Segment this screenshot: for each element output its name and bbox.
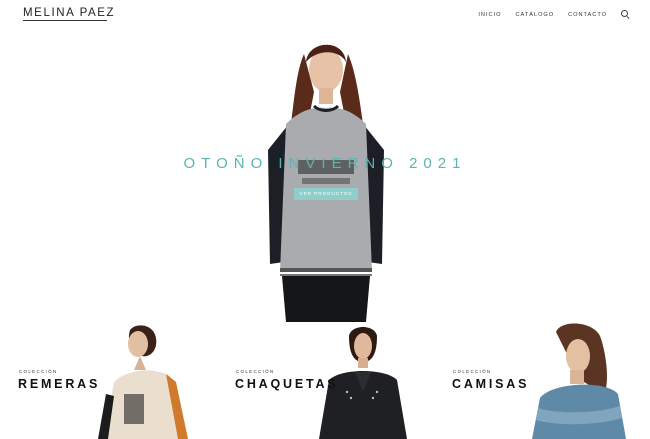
logo-underline — [23, 20, 107, 21]
collection-card-chaquetas[interactable]: COLECCIÓN CHAQUETAS — [217, 322, 434, 439]
remeras-model-image — [98, 325, 188, 439]
search-icon[interactable] — [621, 10, 630, 19]
collection-eyebrow: COLECCIÓN — [453, 369, 492, 374]
collection-card-remeras[interactable]: COLECCIÓN REMERAS — [0, 322, 217, 439]
nav-item-inicio[interactable]: INICIO — [478, 12, 501, 18]
hero-title: OTOÑO INVIERNO 2021 — [183, 155, 467, 172]
main-nav: INICIO CATÁLOGO CONTACTO — [478, 10, 630, 19]
collection-eyebrow: COLECCIÓN — [19, 369, 58, 374]
hero-section: OTOÑO INVIERNO 2021 VER PRODUCTOS — [0, 30, 650, 322]
collection-title: CAMISAS — [452, 377, 530, 391]
site-header: MELINA PAEZ INICIO CATÁLOGO CONTACTO — [0, 0, 650, 30]
collection-card-camisas[interactable]: COLECCIÓN CAMISAS — [434, 322, 650, 439]
nav-item-catalogo[interactable]: CATÁLOGO — [515, 12, 554, 18]
hero-model-image — [268, 44, 384, 322]
nav-item-contacto[interactable]: CONTACTO — [568, 12, 607, 18]
collection-eyebrow: COLECCIÓN — [236, 369, 275, 374]
collection-title: REMERAS — [18, 377, 101, 391]
view-products-button[interactable]: VER PRODUCTOS — [294, 188, 358, 200]
camisas-model-image — [532, 323, 626, 439]
brand-logo[interactable]: MELINA PAEZ — [23, 7, 115, 19]
collection-title: CHAQUETAS — [235, 377, 339, 391]
